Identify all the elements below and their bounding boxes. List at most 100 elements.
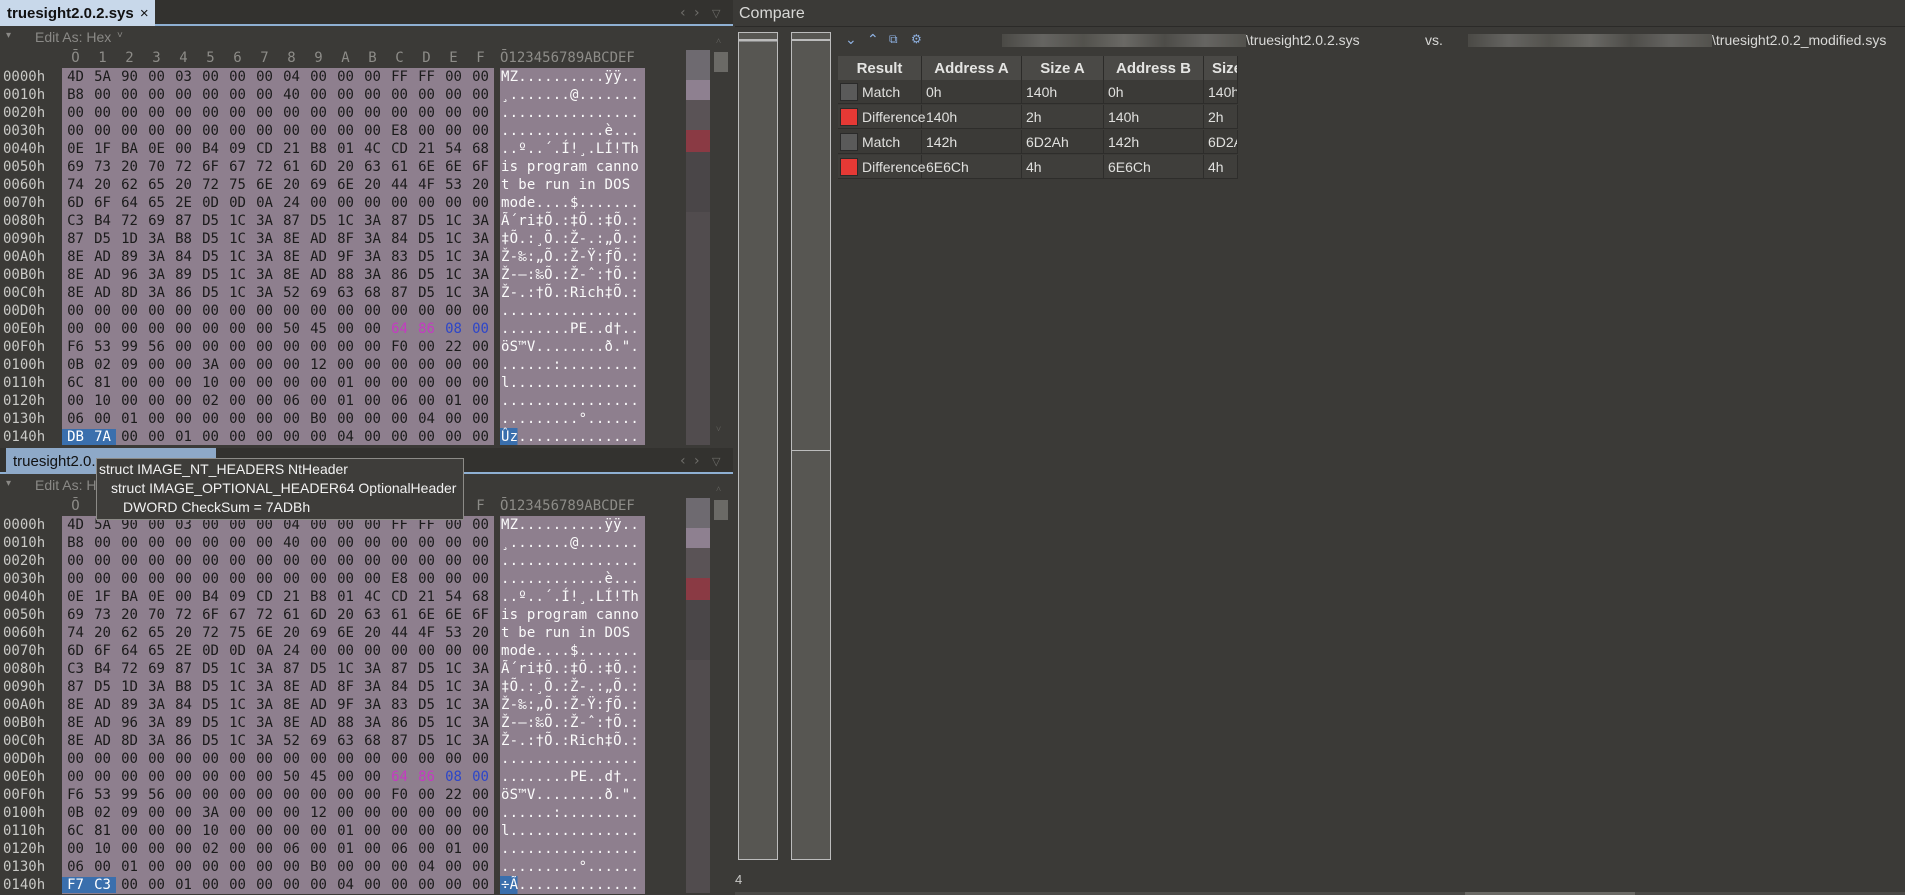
hex-byte[interactable]: 00 (278, 105, 305, 121)
hex-byte[interactable]: 00 (467, 751, 494, 767)
hex-byte[interactable]: 00 (305, 375, 332, 391)
hex-byte[interactable]: 00 (440, 643, 467, 659)
hex-byte[interactable]: 00 (170, 841, 197, 857)
hex-byte[interactable]: 2E (170, 195, 197, 211)
hex-byte[interactable]: 68 (467, 589, 494, 605)
hex-byte[interactable]: 1C (440, 231, 467, 247)
hex-byte[interactable]: 00 (251, 375, 278, 391)
edit-as-label[interactable]: Edit As: Hex (35, 29, 111, 45)
hex-byte[interactable]: 00 (386, 357, 413, 373)
hex-byte[interactable]: 00 (467, 643, 494, 659)
hex-byte[interactable]: 1C (224, 231, 251, 247)
hex-byte[interactable]: 00 (305, 751, 332, 767)
hex-byte[interactable]: 00 (143, 375, 170, 391)
hex-byte[interactable]: 00 (143, 123, 170, 139)
hex-byte[interactable]: 6C (62, 375, 89, 391)
hex-byte[interactable]: 00 (359, 303, 386, 319)
hex-byte[interactable]: 00 (89, 87, 116, 103)
hex-byte[interactable]: 53 (440, 625, 467, 641)
hex-byte[interactable]: 00 (332, 123, 359, 139)
hex-byte[interactable]: 81 (89, 823, 116, 839)
hex-bytes[interactable]: 06 00 01 00 00 00 00 00 00 B0 00 00 00 04 00 00 (62, 858, 494, 876)
hex-byte[interactable]: 3A (359, 679, 386, 695)
hex-byte[interactable]: 72 (251, 159, 278, 175)
hex-byte[interactable]: 20 (89, 177, 116, 193)
ascii-column[interactable]: ........PE..d†.. (500, 320, 645, 338)
hex-byte[interactable]: D5 (413, 231, 440, 247)
hex-byte[interactable]: 00 (359, 571, 386, 587)
hex-bytes[interactable]: 0E 1F BA 0E 00 B4 09 CD 21 B8 01 4C CD 21 54 68 (62, 140, 494, 158)
hex-byte[interactable]: 00 (386, 411, 413, 427)
hex-bytes[interactable]: 6D 6F 64 65 2E 0D 0D 0A 24 00 00 00 00 00 00 00 (62, 642, 494, 660)
hex-byte[interactable]: 00 (251, 411, 278, 427)
hex-bytes[interactable]: F6 53 99 56 00 00 00 00 00 00 00 00 F0 00 22 00 (62, 786, 494, 804)
hex-byte[interactable]: 00 (305, 123, 332, 139)
hex-byte[interactable]: 00 (305, 69, 332, 85)
hex-byte[interactable]: 00 (89, 859, 116, 875)
hex-byte[interactable]: 6E (251, 177, 278, 193)
hex-byte[interactable]: 68 (359, 733, 386, 749)
hex-bytes[interactable]: 8E AD 89 3A 84 D5 1C 3A 8E AD 9F 3A 83 D5 1C 3A (62, 248, 494, 266)
hex-byte[interactable]: 1C (440, 213, 467, 229)
hex-byte[interactable]: 7A (89, 429, 116, 445)
hex-byte[interactable]: D5 (197, 249, 224, 265)
hex-byte[interactable]: B8 (305, 141, 332, 157)
hex-byte[interactable]: 84 (170, 249, 197, 265)
hex-byte[interactable]: 00 (116, 105, 143, 121)
hex-byte[interactable]: 73 (89, 607, 116, 623)
hex-byte[interactable]: 87 (170, 661, 197, 677)
hex-byte[interactable]: 00 (251, 553, 278, 569)
collapse-icon[interactable]: ▾ (6, 30, 11, 41)
hex-bytes[interactable]: B8 00 00 00 00 00 00 00 40 00 00 00 00 00 00 00 (62, 86, 494, 104)
hex-byte[interactable]: 00 (170, 411, 197, 427)
chevron-left-icon[interactable]: ‹ (680, 5, 686, 21)
hex-byte[interactable]: 00 (305, 195, 332, 211)
col-header-size-a[interactable]: Size A (1022, 56, 1104, 80)
hex-byte[interactable]: 03 (170, 69, 197, 85)
hex-bytes[interactable]: 06 00 01 00 00 00 00 00 00 B0 00 00 00 04 00 00 (62, 410, 494, 428)
hex-byte[interactable]: 00 (170, 339, 197, 355)
hex-byte[interactable]: 00 (413, 535, 440, 551)
hex-byte[interactable]: 0D (197, 195, 224, 211)
hex-byte[interactable]: 00 (89, 571, 116, 587)
hex-byte[interactable]: 00 (143, 535, 170, 551)
hex-byte[interactable]: 87 (170, 213, 197, 229)
hex-bytes[interactable]: 8E AD 96 3A 89 D5 1C 3A 8E AD 88 3A 86 D5 1C 3A (62, 266, 494, 284)
hex-byte[interactable]: 3A (143, 733, 170, 749)
hex-byte[interactable]: 00 (89, 123, 116, 139)
hex-byte[interactable]: 00 (170, 321, 197, 337)
hex-byte[interactable]: D5 (197, 661, 224, 677)
hex-byte[interactable]: 21 (278, 589, 305, 605)
hex-byte[interactable]: 00 (332, 357, 359, 373)
hex-byte[interactable]: 1C (224, 733, 251, 749)
hex-byte[interactable]: 69 (62, 159, 89, 175)
hex-byte[interactable]: 75 (224, 177, 251, 193)
hex-byte[interactable]: 72 (170, 607, 197, 623)
hex-byte[interactable]: 00 (143, 411, 170, 427)
hex-byte[interactable]: 00 (224, 303, 251, 319)
hex-byte[interactable]: 84 (386, 231, 413, 247)
hex-byte[interactable]: 88 (332, 715, 359, 731)
hex-byte[interactable]: 00 (413, 195, 440, 211)
hex-byte[interactable]: 00 (224, 87, 251, 103)
hex-byte[interactable]: 00 (251, 841, 278, 857)
hex-byte[interactable]: 90 (116, 69, 143, 85)
hex-byte[interactable]: 69 (305, 177, 332, 193)
hex-byte[interactable]: 00 (89, 321, 116, 337)
hex-byte[interactable]: 00 (440, 877, 467, 893)
hex-byte[interactable]: 6F (89, 195, 116, 211)
hex-bytes[interactable]: 00 00 00 00 00 00 00 00 00 00 00 00 00 00 00 00 (62, 302, 494, 320)
ascii-column[interactable]: ................ (500, 104, 645, 122)
hex-byte[interactable]: 00 (89, 751, 116, 767)
hex-byte[interactable]: 00 (89, 535, 116, 551)
hex-byte[interactable]: 8E (62, 249, 89, 265)
hex-byte[interactable]: 63 (359, 159, 386, 175)
close-icon[interactable]: × (140, 5, 149, 22)
hex-byte[interactable]: 00 (440, 357, 467, 373)
ascii-column[interactable]: is program canno (500, 158, 645, 176)
collapse-icon[interactable]: ▾ (6, 478, 11, 489)
hex-byte[interactable]: 00 (278, 411, 305, 427)
hex-byte[interactable]: CD (251, 589, 278, 605)
hex-byte[interactable]: 00 (413, 553, 440, 569)
hex-byte[interactable]: 00 (224, 805, 251, 821)
